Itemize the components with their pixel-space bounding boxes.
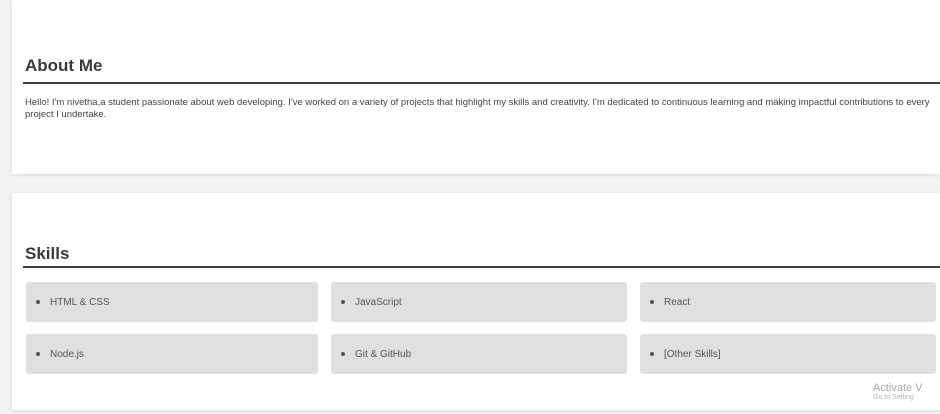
bullet-icon: [650, 352, 654, 356]
skill-item: HTML & CSS: [26, 282, 318, 322]
portfolio-page: About Me Hello! I'm nivetha,a student pa…: [0, 0, 940, 414]
skill-label: [Other Skills]: [664, 348, 721, 360]
skills-divider: [23, 266, 940, 268]
skill-label: HTML & CSS: [50, 296, 110, 308]
skills-heading: Skills: [25, 244, 70, 263]
about-section: About Me Hello! I'm nivetha,a student pa…: [12, 0, 940, 174]
skill-item: [Other Skills]: [640, 334, 936, 374]
bullet-icon: [341, 300, 345, 304]
skill-item: JavaScript: [331, 282, 627, 322]
activate-windows-watermark: Activate V Go to Setting: [873, 382, 923, 402]
skill-label: Node.js: [50, 348, 84, 360]
about-heading: About Me: [25, 56, 103, 75]
about-divider: [23, 82, 940, 84]
watermark-subtitle: Go to Setting: [873, 394, 914, 401]
watermark-title: Activate V: [873, 382, 923, 394]
bullet-icon: [650, 300, 654, 304]
skill-item: React: [640, 282, 936, 322]
skill-item: Node.js: [26, 334, 318, 374]
about-text: Hello! I'm nivetha,a student passionate …: [25, 97, 930, 120]
skills-section: Skills HTML & CSS JavaScript React Node.…: [12, 193, 940, 410]
bullet-icon: [341, 352, 345, 356]
skill-item: Git & GitHub: [331, 334, 627, 374]
skill-label: JavaScript: [355, 296, 402, 308]
bullet-icon: [36, 300, 40, 304]
skills-grid: HTML & CSS JavaScript React Node.js Git …: [26, 282, 940, 374]
skill-label: Git & GitHub: [355, 348, 412, 360]
skill-label: React: [664, 296, 691, 308]
bullet-icon: [36, 352, 40, 356]
